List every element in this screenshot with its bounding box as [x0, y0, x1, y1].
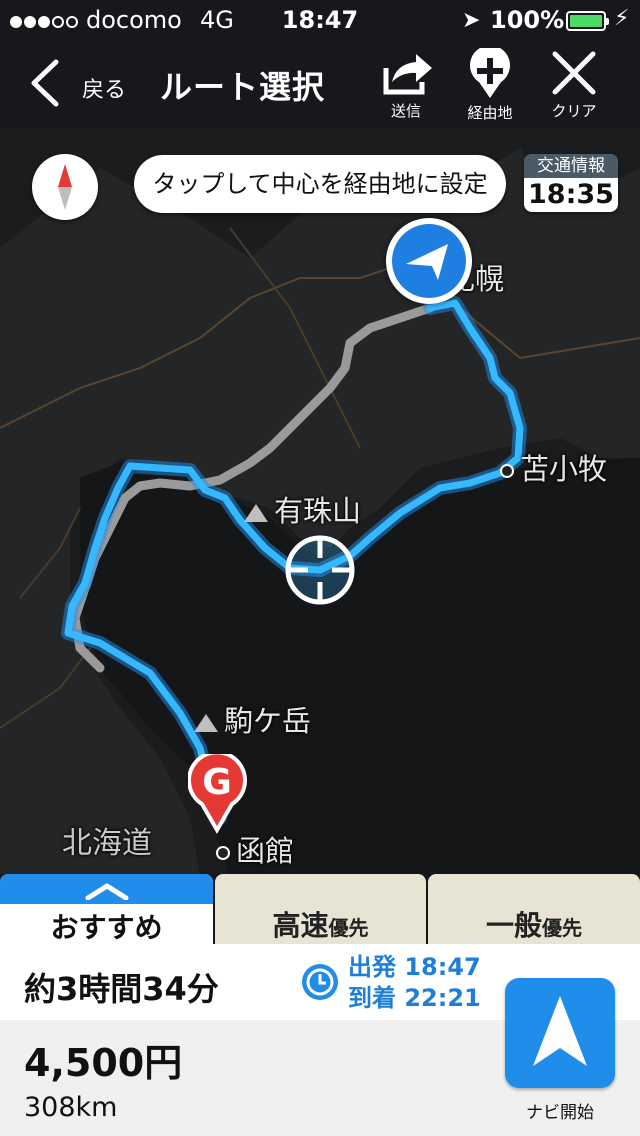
mountain-icon	[194, 714, 218, 732]
map-label-komagatake: 駒ケ岳	[194, 698, 311, 740]
traffic-info-time: 18:35	[528, 179, 614, 210]
toll-price: 4,500円	[24, 1041, 183, 1085]
mountain-icon	[244, 504, 268, 522]
page-title: ルート選択	[160, 68, 326, 106]
route-summary-panel: 約3時間34分 出発 18:47 到着 22:21 4,500円 308km ナ…	[0, 944, 640, 1136]
compass-button[interactable]	[32, 154, 98, 220]
tab-label: 一般優先	[485, 909, 582, 942]
share-icon	[383, 54, 432, 95]
clock-icon	[302, 964, 338, 1000]
city-dot-icon	[216, 846, 230, 860]
depart-time: 出発 18:47	[348, 953, 481, 981]
tab-recommended[interactable]: おすすめ	[0, 874, 213, 944]
add-waypoint-pin-icon	[470, 48, 510, 98]
traffic-info-label: 交通情報	[524, 154, 618, 178]
tab-label: 高速優先	[272, 909, 369, 942]
clear-button[interactable]: クリア	[538, 48, 610, 124]
map-label-tomakomai: 苫小牧	[500, 446, 607, 488]
tab-label: おすすめ	[50, 911, 163, 944]
status-bar: docomo 4G 18:47 ➤ 100% ⚡	[0, 0, 640, 40]
chevron-up-icon	[85, 883, 129, 900]
waypoint-label: 経由地	[467, 104, 513, 122]
tab-local-road-priority[interactable]: 一般優先	[428, 874, 640, 944]
back-label: 戻る	[82, 78, 127, 103]
battery-icon	[566, 11, 609, 31]
waypoint-button[interactable]: 経由地	[454, 48, 526, 124]
navigation-arrow-icon	[533, 996, 587, 1066]
send-button[interactable]: 送信	[370, 48, 442, 124]
goal-marker-letter: G	[202, 762, 232, 803]
chevron-left-icon	[31, 59, 59, 107]
traffic-info-badge[interactable]: 交通情報 18:35	[524, 154, 618, 212]
send-label: 送信	[390, 102, 421, 120]
route-duration: 約3時間34分	[24, 970, 219, 1008]
route-times: 出発 18:47 到着 22:21	[348, 952, 481, 1014]
close-icon	[552, 51, 596, 95]
arrive-time: 到着 22:21	[348, 984, 481, 1012]
city-dot-icon	[500, 464, 514, 478]
compass-needle-icon	[58, 164, 72, 210]
map-label-hakodate: 函館	[216, 828, 294, 870]
charging-bolt-icon: ⚡	[614, 6, 630, 31]
tab-highway-priority[interactable]: 高速優先	[215, 874, 426, 944]
map-label-hokkaido: 北海道	[62, 826, 152, 861]
battery-percent: 100%	[490, 6, 565, 34]
current-location-marker[interactable]	[386, 218, 472, 304]
tap-hint-bubble[interactable]: タップして中心を経由地に設定	[134, 155, 506, 213]
crosshair-icon	[285, 535, 355, 605]
map-label-usuzan: 有珠山	[244, 488, 361, 530]
start-navigation-label: ナビ開始	[526, 1103, 594, 1123]
goal-marker[interactable]: G	[187, 750, 252, 835]
panel-handle[interactable]	[0, 874, 213, 904]
direction-arrow-icon	[406, 244, 448, 280]
route-map[interactable]: 札幌 苫小牧 有珠山 駒ケ岳 北海道 函館 タップして中心を経由地に設定 交通情…	[0, 128, 640, 876]
clear-label: クリア	[551, 102, 597, 120]
route-type-tabs: おすすめ 高速優先 一般優先	[0, 874, 640, 944]
location-arrow-icon: ➤	[462, 8, 481, 33]
route-distance: 308km	[24, 1092, 118, 1123]
start-navigation-button[interactable]	[505, 978, 615, 1088]
back-button[interactable]: 戻る	[26, 54, 136, 114]
nav-bar: 戻る ルート選択 送信 経由地 クリア	[0, 40, 640, 128]
